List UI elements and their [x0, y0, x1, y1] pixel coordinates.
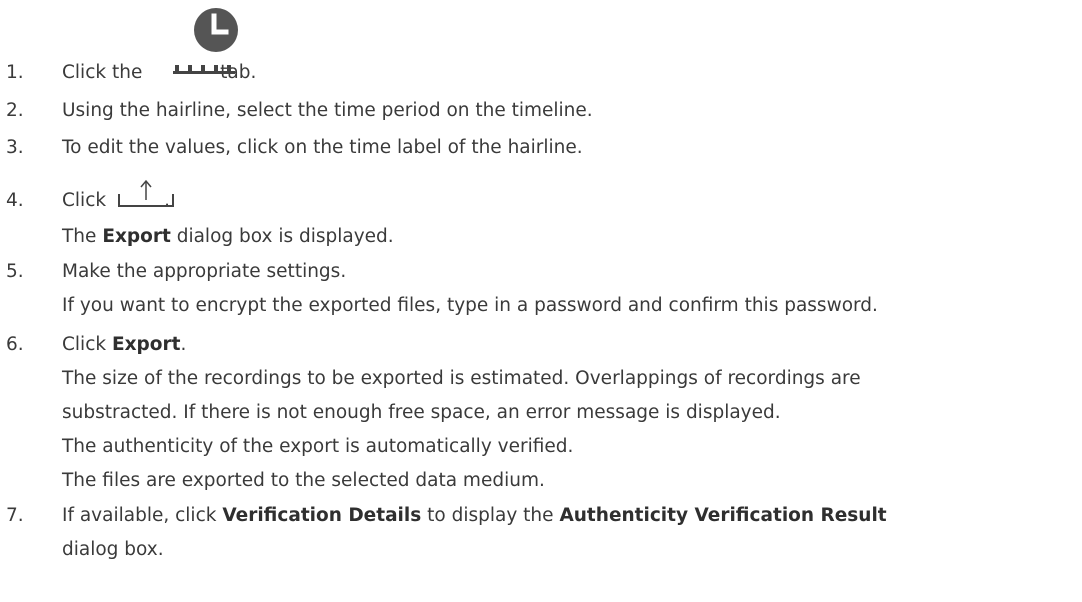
step-number: 3. — [6, 137, 24, 158]
step-number: 1. — [6, 62, 24, 83]
instructions-document: 1. Click the tab. 2. Using the hairline,… — [0, 0, 1082, 602]
step-number: 4. — [6, 190, 24, 211]
step-subtext: dialog box. — [62, 539, 164, 560]
step-text: To edit the values, click on the time la… — [62, 137, 583, 158]
step-subtext: The size of the recordings to be exporte… — [62, 368, 861, 389]
step-subtext: substracted. If there is not enough free… — [62, 402, 781, 423]
step-text: Make the appropriate settings. — [62, 261, 347, 282]
ui-term: Export — [111, 334, 181, 355]
step-number: 7. — [6, 505, 24, 526]
timeline-tab-icon[interactable] — [172, 64, 236, 76]
ui-term: Authenticity Verification Result — [559, 505, 887, 526]
step-text: If available, click — [62, 505, 217, 526]
export-icon[interactable] — [116, 178, 176, 210]
step-subtext: The files are exported to the selected d… — [62, 470, 545, 491]
clock-icon — [194, 8, 238, 52]
ui-term: Verification Details — [222, 505, 422, 526]
ui-term: Export — [102, 226, 171, 247]
step-text: Click — [62, 190, 107, 211]
step-text: Click — [62, 334, 107, 355]
step-number: 6. — [6, 334, 24, 355]
step-number: 5. — [6, 261, 24, 282]
step-subtext: If you want to encrypt the exported file… — [62, 295, 878, 316]
step-text: Using the hairline, select the time peri… — [62, 100, 593, 121]
step-subtext: The authenticity of the export is automa… — [62, 436, 574, 457]
step-text: dialog box is displayed. — [176, 226, 394, 247]
step-text: The — [62, 226, 97, 247]
step-text: to display the — [427, 505, 554, 526]
step-text: Click the — [62, 62, 143, 83]
step-number: 2. — [6, 100, 24, 121]
